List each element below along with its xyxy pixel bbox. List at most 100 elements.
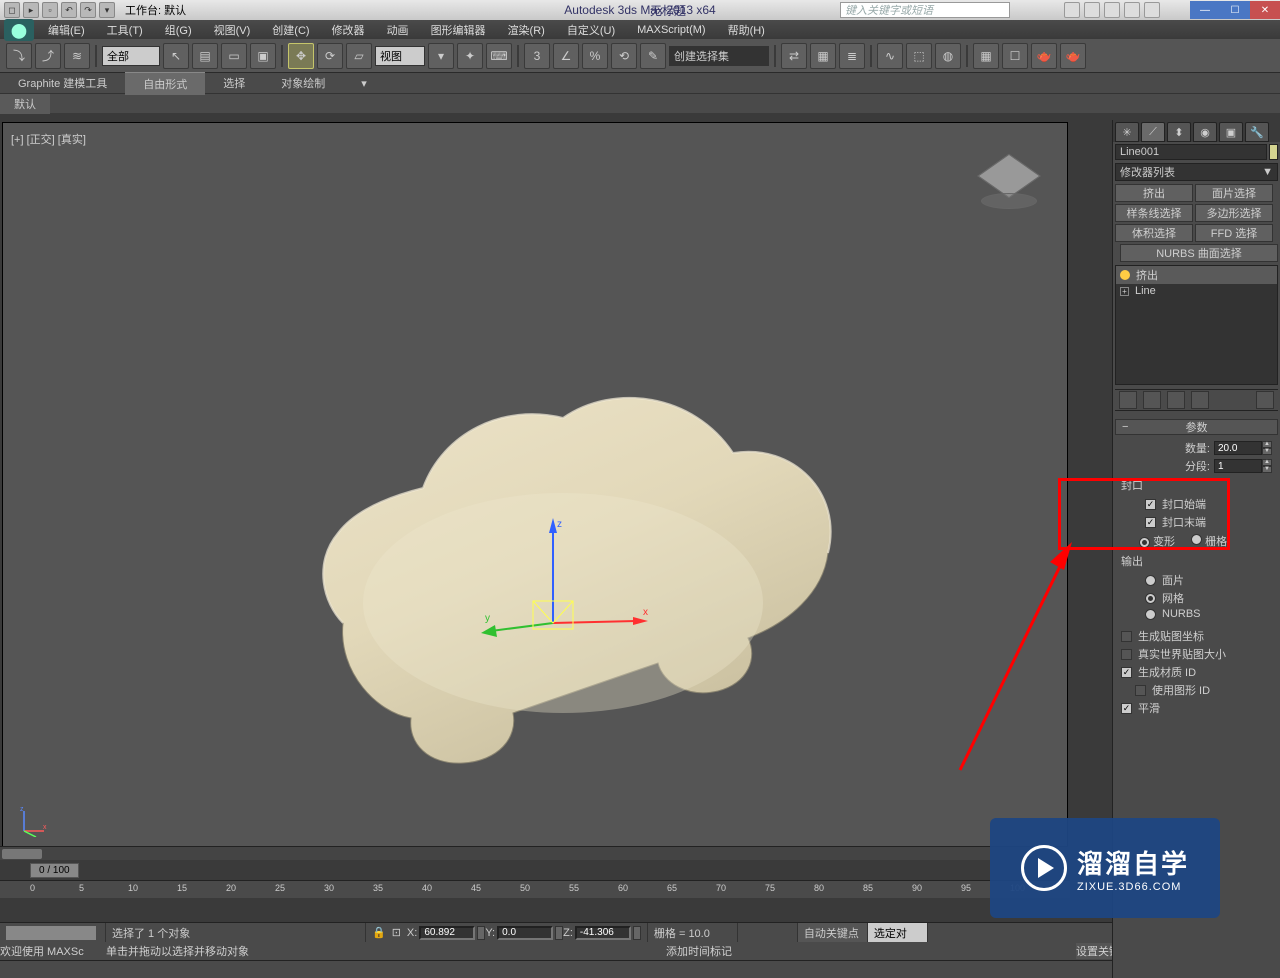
help-icon[interactable] <box>1144 2 1160 18</box>
layer-icon[interactable]: ≣ <box>839 43 865 69</box>
snap-3-icon[interactable]: 3 <box>524 43 550 69</box>
show-end-icon[interactable] <box>1143 391 1161 409</box>
ribbon-tab-selection[interactable]: 选择 <box>205 72 263 94</box>
save-icon[interactable]: ▫ <box>42 2 58 18</box>
real-uv-checkbox[interactable] <box>1121 649 1132 660</box>
modifier-list-dropdown[interactable]: 修改器列表▼ <box>1115 163 1278 181</box>
motion-tab-icon[interactable]: ◉ <box>1193 122 1217 142</box>
menu-group[interactable]: 组(G) <box>155 20 202 40</box>
mod-btn-volsel[interactable]: 体积选择 <box>1115 224 1193 242</box>
open-icon[interactable]: ▸ <box>23 2 39 18</box>
menu-modifiers[interactable]: 修改器 <box>322 20 375 40</box>
pin-stack-icon[interactable] <box>1119 391 1137 409</box>
remove-mod-icon[interactable] <box>1191 391 1209 409</box>
percent-snap-icon[interactable]: % <box>582 43 608 69</box>
spinner-down-icon[interactable]: ▼ <box>1262 448 1272 455</box>
scrollbar-thumb[interactable] <box>2 849 42 859</box>
viewport-horizontal-scrollbar[interactable] <box>0 846 1068 860</box>
nurbs-radio[interactable] <box>1145 609 1156 620</box>
render-setup-icon[interactable]: ▦ <box>973 43 999 69</box>
workspace-label[interactable]: 工作台: 默认 <box>125 2 186 18</box>
object-color-swatch[interactable] <box>1269 144 1278 160</box>
spinner-up-icon[interactable]: ▲ <box>1262 441 1272 448</box>
x-coord-input[interactable] <box>419 926 475 940</box>
patch-radio[interactable] <box>1145 575 1156 586</box>
spinner-down-icon[interactable]: ▼ <box>1262 466 1272 473</box>
minimize-button[interactable]: — <box>1190 1 1220 19</box>
viewport[interactable]: [+] [正交] [真实] <box>2 122 1068 858</box>
mod-btn-ffdsel[interactable]: FFD 选择 <box>1195 224 1273 242</box>
key-icon[interactable] <box>1084 2 1100 18</box>
menu-create[interactable]: 创建(C) <box>262 20 319 40</box>
binoculars-icon[interactable] <box>1064 2 1080 18</box>
add-time-tag[interactable]: 添加时间标记 <box>666 943 786 959</box>
pivot-icon[interactable]: ▾ <box>428 43 454 69</box>
menu-graph[interactable]: 图形编辑器 <box>421 20 496 40</box>
time-slider[interactable]: 0 / 100 <box>0 860 1070 880</box>
mesh-radio[interactable] <box>1145 593 1156 604</box>
menu-animation[interactable]: 动画 <box>377 20 419 40</box>
ribbon-expand-icon[interactable]: ▾ <box>343 74 385 93</box>
unique-icon[interactable] <box>1167 391 1185 409</box>
bulb-icon[interactable] <box>1120 270 1130 280</box>
select-name-icon[interactable]: ▤ <box>192 43 218 69</box>
hierarchy-tab-icon[interactable]: ⬍ <box>1167 122 1191 142</box>
spinner-up-icon[interactable]: ▲ <box>1262 459 1272 466</box>
mod-btn-polysel[interactable]: 多边形选择 <box>1195 204 1273 222</box>
select-icon[interactable]: ↖ <box>163 43 189 69</box>
menu-customize[interactable]: 自定义(U) <box>557 20 625 40</box>
material-icon[interactable]: ◍ <box>935 43 961 69</box>
segments-input[interactable] <box>1214 459 1262 473</box>
modifier-stack[interactable]: 挤出 +Line <box>1115 265 1278 385</box>
display-tab-icon[interactable]: ▣ <box>1219 122 1243 142</box>
edit-named-icon[interactable]: ✎ <box>640 43 666 69</box>
menu-render[interactable]: 渲染(R) <box>498 20 555 40</box>
gen-uv-checkbox[interactable] <box>1121 631 1132 642</box>
render-frame-icon[interactable]: ☐ <box>1002 43 1028 69</box>
ribbon-subtab-default[interactable]: 默认 <box>0 94 50 114</box>
redo-icon[interactable]: ↷ <box>80 2 96 18</box>
bind-icon[interactable]: ≋ <box>64 43 90 69</box>
viewcube-ring[interactable] <box>981 193 1037 209</box>
star-icon[interactable] <box>1104 2 1120 18</box>
grid-radio[interactable] <box>1191 534 1202 545</box>
select-rect-icon[interactable]: ▭ <box>221 43 247 69</box>
viewcube[interactable] <box>981 153 1037 209</box>
autokey-button[interactable]: 自动关键点 <box>798 923 868 942</box>
cap-start-checkbox[interactable]: ✓ <box>1145 499 1156 510</box>
keyboard-icon[interactable]: ⌨ <box>486 43 512 69</box>
mod-btn-nurbs[interactable]: NURBS 曲面选择 <box>1120 244 1278 262</box>
render-icon[interactable]: 🫖 <box>1031 43 1057 69</box>
link-icon[interactable]: ▾ <box>99 2 115 18</box>
rotate-icon[interactable]: ⟳ <box>317 43 343 69</box>
rollout-header-params[interactable]: −参数 <box>1115 419 1278 435</box>
render-prod-icon[interactable]: 🫖 <box>1060 43 1086 69</box>
app-menu-icon[interactable]: ⬤ <box>4 19 34 41</box>
spinner-snap-icon[interactable]: ⟲ <box>611 43 637 69</box>
favorite-icon[interactable] <box>1124 2 1140 18</box>
viewport-label[interactable]: [+] [正交] [真实] <box>11 131 86 147</box>
use-shape-checkbox[interactable] <box>1135 685 1146 696</box>
modify-tab-icon[interactable]: ⟋ <box>1141 122 1165 142</box>
menu-maxscript[interactable]: MAXScript(M) <box>627 22 715 38</box>
undo-icon[interactable]: ↶ <box>61 2 77 18</box>
stack-item-extrude[interactable]: 挤出 <box>1116 266 1277 284</box>
mod-btn-extrude[interactable]: 挤出 <box>1115 184 1193 202</box>
menu-help[interactable]: 帮助(H) <box>718 20 775 40</box>
named-selection-dropdown[interactable]: 创建选择集 <box>669 46 769 66</box>
time-ruler[interactable]: 0510152025303540455055606570758085909510… <box>0 880 1070 898</box>
maximize-button[interactable]: ☐ <box>1220 1 1250 19</box>
amount-input[interactable] <box>1214 441 1262 455</box>
lock-icon[interactable]: 🔒 <box>372 926 386 939</box>
isolate-icon[interactable]: ⊡ <box>392 926 401 939</box>
car-model[interactable] <box>283 343 843 793</box>
move-icon[interactable]: ✥ <box>288 43 314 69</box>
angle-snap-icon[interactable]: ∠ <box>553 43 579 69</box>
gen-mat-checkbox[interactable]: ✓ <box>1121 667 1132 678</box>
curve-editor-icon[interactable]: ∿ <box>877 43 903 69</box>
object-name-input[interactable] <box>1115 144 1267 160</box>
window-crossing-icon[interactable]: ▣ <box>250 43 276 69</box>
menu-edit[interactable]: 编辑(E) <box>38 20 95 40</box>
new-icon[interactable]: ◻ <box>4 2 20 18</box>
z-coord-input[interactable] <box>575 926 631 940</box>
